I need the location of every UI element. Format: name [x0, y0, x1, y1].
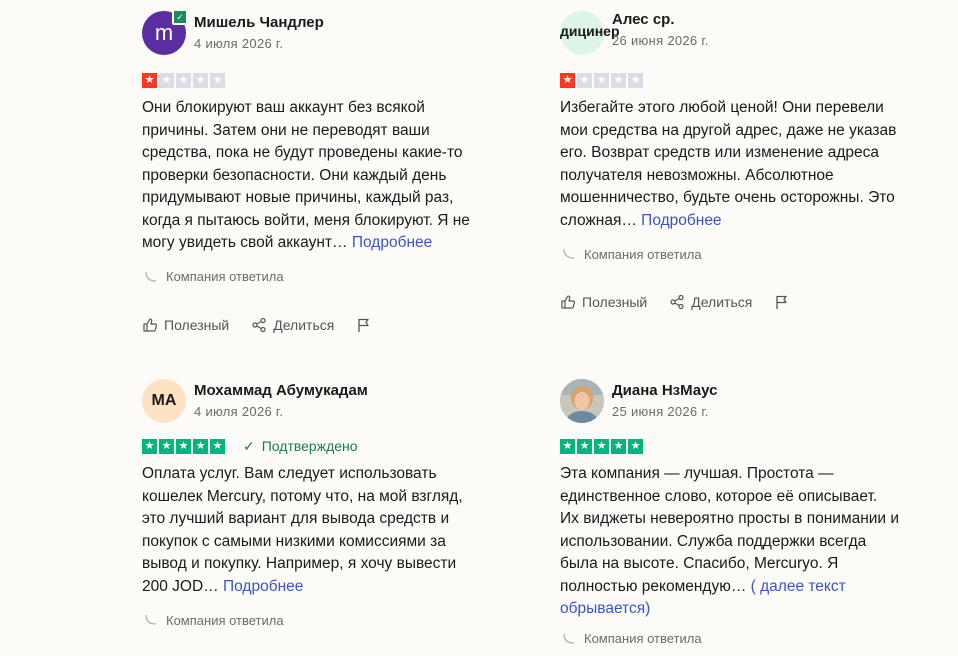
review-body: Эта компания — лучшая. Простота — единст…: [560, 465, 900, 595]
reviewer-name[interactable]: Мишель Чандлер: [194, 13, 324, 33]
report-button[interactable]: [774, 294, 796, 310]
star-rating: ★ ★ ★ ★ ★: [142, 438, 225, 454]
avatar[interactable]: дицинер: [560, 11, 620, 55]
thumbs-up-icon: [561, 295, 576, 309]
star-icon: ★: [210, 72, 225, 88]
review-actions: Полезный Делиться: [560, 292, 910, 312]
share-icon: [252, 317, 266, 332]
company-replied[interactable]: Компания ответила: [560, 629, 910, 649]
company-replied[interactable]: Компания ответила: [142, 610, 492, 630]
rating-row: ★ ★ ★ ★ ★: [560, 438, 910, 454]
star-rating: ★ ★ ★ ★ ★: [560, 72, 643, 88]
review-text: Эта компания — лучшая. Простота — единст…: [560, 463, 900, 621]
star-icon: ★: [594, 438, 609, 454]
star-icon: ★: [159, 72, 174, 88]
verified-badge-icon: ✓: [172, 9, 188, 25]
useful-button[interactable]: Полезный: [560, 294, 647, 310]
share-button[interactable]: Делиться: [251, 317, 334, 333]
star-rating: ★ ★ ★ ★ ★: [142, 72, 225, 88]
report-button[interactable]: [356, 317, 378, 333]
star-icon: ★: [594, 72, 609, 88]
review-card: m ✓ Мишель Чандлер 4 июля 2026 г. ★ ★ ★ …: [142, 8, 492, 335]
share-icon: [670, 294, 684, 310]
review-actions: Полезный Делиться: [142, 315, 492, 335]
rating-row: ★ ★ ★ ★ ★ ✓ Подтверждено: [142, 438, 492, 454]
company-replied-label: Компания ответила: [584, 246, 702, 262]
star-icon: ★: [176, 72, 191, 88]
review-body: Избегайте этого любой ценой! Они перевел…: [560, 99, 897, 229]
star-icon: ★: [611, 438, 626, 454]
star-icon: ★: [176, 438, 191, 454]
star-icon: ★: [142, 72, 157, 88]
avatar-photo: [560, 379, 604, 423]
star-icon: ★: [193, 72, 208, 88]
star-icon: ★: [628, 72, 643, 88]
avatar[interactable]: m ✓: [142, 9, 188, 55]
star-icon: ★: [611, 72, 626, 88]
company-replied-label: Компания ответила: [166, 612, 284, 628]
star-icon: ★: [560, 438, 575, 454]
review-text: Они блокируют ваш аккаунт без всякой при…: [142, 97, 482, 255]
thumbs-up-icon: [143, 317, 158, 332]
reviewer-name[interactable]: Алес ср.: [612, 10, 709, 30]
flag-icon: [358, 318, 369, 332]
reply-curve-icon: [145, 614, 157, 625]
check-icon: ✓: [243, 437, 255, 454]
reviewer-name[interactable]: Мохаммад Абумукадам: [194, 381, 368, 401]
share-label: Делиться: [273, 316, 335, 333]
read-more-link[interactable]: Подробнее: [641, 212, 721, 229]
flag-icon: [776, 295, 787, 309]
company-replied-label: Компания ответила: [584, 631, 702, 646]
share-label: Делиться: [691, 294, 753, 310]
review-header: Диана НзМаус 25 июня 2026 г.: [560, 376, 910, 426]
avatar[interactable]: [560, 379, 604, 423]
avatar-initial: m: [154, 20, 174, 45]
useful-label: Полезный: [582, 294, 648, 310]
avatar-initials: MA: [151, 392, 177, 409]
useful-button[interactable]: Полезный: [142, 317, 229, 333]
review-card: Диана НзМаус 25 июня 2026 г. ★ ★ ★ ★ ★ Э…: [560, 376, 910, 649]
share-button[interactable]: Делиться: [669, 294, 752, 310]
reviewer-name[interactable]: Диана НзМаус: [612, 381, 717, 401]
star-rating: ★ ★ ★ ★ ★: [560, 438, 643, 454]
review-date: 4 июля 2026 г.: [194, 404, 284, 419]
star-icon: ★: [210, 438, 225, 454]
review-body: Оплата услуг. Вам следует использовать к…: [142, 465, 463, 595]
review-header: m ✓ Мишель Чандлер 4 июля 2026 г.: [142, 8, 492, 58]
star-icon: ★: [577, 72, 592, 88]
rating-row: ★ ★ ★ ★ ★: [142, 72, 492, 88]
company-replied[interactable]: Компания ответила: [560, 244, 910, 264]
avatar-text: дицинер: [560, 23, 620, 39]
review-text: Оплата услуг. Вам следует использовать к…: [142, 463, 482, 598]
star-icon: ★: [628, 438, 643, 454]
useful-label: Полезный: [164, 316, 230, 333]
star-icon: ★: [193, 438, 208, 454]
review-date: 25 июня 2026 г.: [612, 404, 709, 419]
rating-row: ★ ★ ★ ★ ★: [560, 72, 910, 88]
star-icon: ★: [159, 438, 174, 454]
read-more-link[interactable]: Подробнее: [352, 234, 432, 251]
review-header: MA Мохаммад Абумукадам 4 июля 2026 г.: [142, 376, 492, 426]
reply-curve-icon: [563, 633, 575, 644]
review-text: Избегайте этого любой ценой! Они перевел…: [560, 97, 900, 232]
review-body: Они блокируют ваш аккаунт без всякой при…: [142, 99, 470, 251]
review-date: 4 июля 2026 г.: [194, 36, 284, 51]
review-date: 26 июня 2026 г.: [612, 33, 709, 48]
star-icon: ★: [142, 438, 157, 454]
star-icon: ★: [577, 438, 592, 454]
verified-badge[interactable]: ✓ Подтверждено: [243, 438, 358, 455]
company-replied-label: Компания ответила: [166, 269, 284, 284]
reply-curve-icon: [145, 271, 157, 282]
review-card: MA Мохаммад Абумукадам 4 июля 2026 г. ★ …: [142, 376, 492, 630]
review-card: дицинер Алес ср. 26 июня 2026 г. ★ ★ ★ ★…: [560, 8, 910, 312]
star-icon: ★: [560, 72, 575, 88]
reviews-page: m ✓ Мишель Чандлер 4 июля 2026 г. ★ ★ ★ …: [0, 0, 958, 656]
avatar[interactable]: MA: [142, 379, 186, 423]
verified-label: Подтверждено: [261, 438, 358, 454]
review-header: дицинер Алес ср. 26 июня 2026 г.: [560, 8, 910, 58]
company-replied[interactable]: Компания ответила: [142, 267, 492, 287]
read-more-link[interactable]: Подробнее: [223, 578, 303, 595]
reply-curve-icon: [563, 248, 575, 259]
